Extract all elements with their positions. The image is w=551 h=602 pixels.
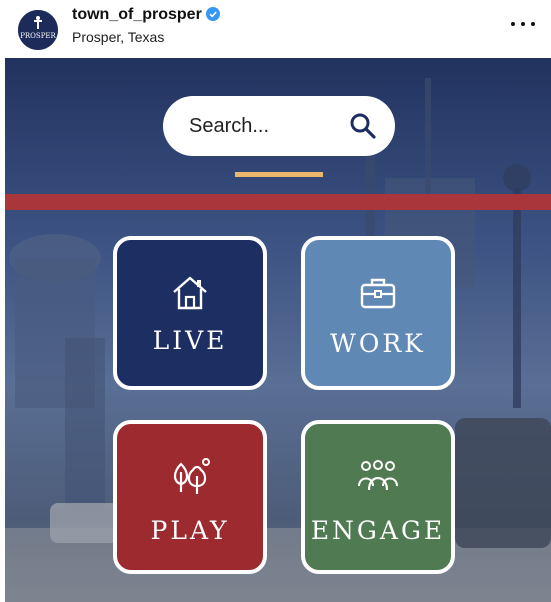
search-bar[interactable]: Search... — [163, 96, 395, 156]
search-placeholder[interactable]: Search... — [189, 115, 269, 138]
account-username[interactable]: town_of_prosper — [72, 6, 202, 23]
avatar[interactable]: PROSPER — [18, 10, 58, 50]
search-icon[interactable] — [349, 112, 377, 140]
tile-work-button[interactable]: WORK — [301, 236, 455, 390]
post-location[interactable]: Prosper, Texas — [72, 29, 164, 45]
tile-engage-button[interactable]: ENGAGE — [301, 420, 455, 574]
post-image: Search... LIVE WORK PLAY ENGAGE — [5, 58, 551, 602]
more-options-icon[interactable] — [509, 10, 537, 38]
town-logo-icon: PROSPER — [18, 10, 58, 50]
tile-label: PLAY — [150, 516, 230, 545]
tile-label: LIVE — [152, 326, 228, 355]
house-icon — [173, 276, 207, 310]
trees-icon — [173, 458, 210, 494]
tile-live-button[interactable]: LIVE — [113, 236, 267, 390]
tile-play-button[interactable]: PLAY — [113, 420, 267, 574]
post-header: PROSPER town_of_prosper Prosper, Texas — [0, 0, 551, 58]
tile-label: WORK — [330, 329, 426, 358]
account-username-row[interactable]: town_of_prosper — [72, 6, 220, 24]
tile-label: ENGAGE — [310, 516, 446, 545]
svg-text:PROSPER: PROSPER — [20, 32, 56, 40]
briefcase-icon — [360, 278, 396, 309]
people-group-icon — [358, 460, 398, 491]
verified-badge-icon — [205, 7, 220, 21]
